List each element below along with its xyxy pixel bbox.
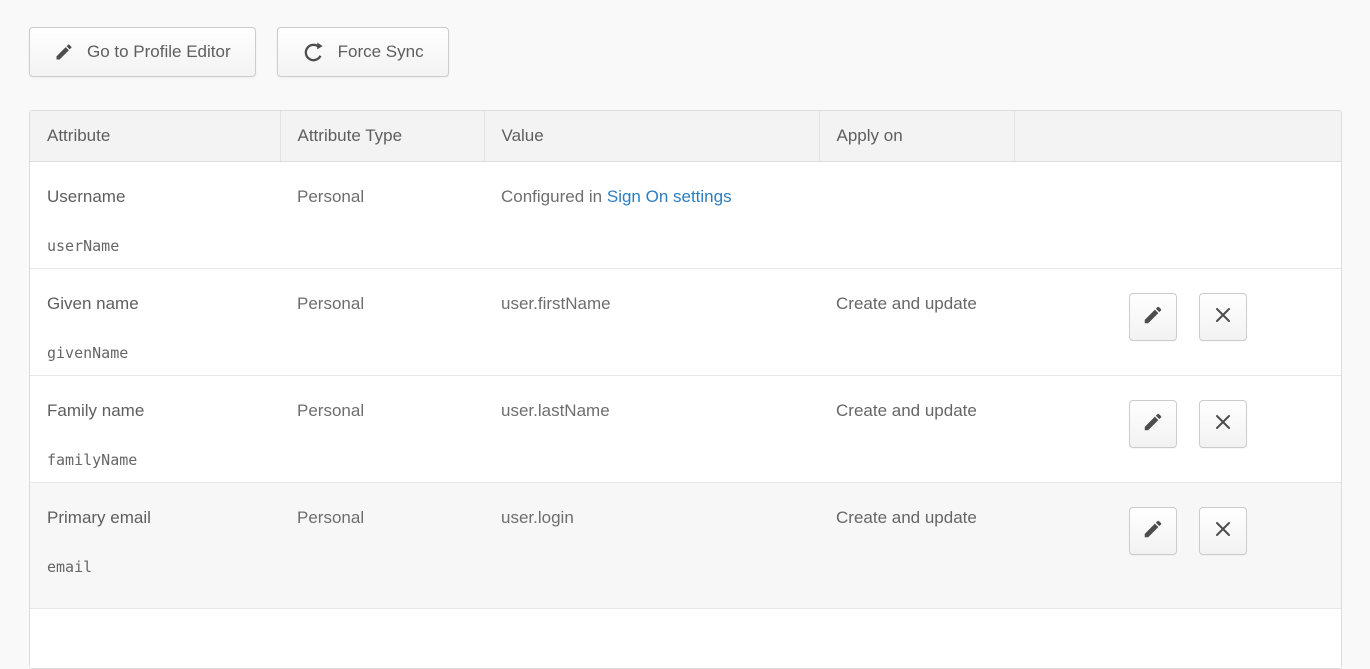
attribute-cell: Family name familyName — [30, 375, 280, 482]
attribute-label: Given name — [47, 294, 270, 314]
attribute-label: Username — [47, 187, 270, 207]
attribute-type-cell: Personal — [280, 268, 484, 375]
row-actions — [1129, 293, 1341, 341]
apply-on-cell: Create and update — [819, 268, 1014, 375]
attribute-cell: Username userName — [30, 161, 280, 268]
toolbar: Go to Profile Editor Force Sync — [29, 27, 449, 77]
actions-cell — [1014, 161, 1341, 268]
attribute-type-cell: Personal — [280, 375, 484, 482]
attribute-variable: userName — [47, 237, 270, 255]
apply-on-cell: Create and update — [819, 375, 1014, 482]
refresh-icon — [302, 41, 325, 64]
value-cell: user.lastName — [484, 375, 819, 482]
pencil-icon — [54, 42, 74, 62]
delete-attribute-button[interactable] — [1199, 293, 1247, 341]
attribute-variable: familyName — [47, 451, 270, 469]
table-header-row: Attribute Attribute Type Value Apply on — [30, 111, 1341, 161]
delete-x-icon — [1213, 412, 1233, 435]
column-header-attribute-type: Attribute Type — [280, 111, 484, 161]
table-row-given-name: Given name givenName Personal user.first… — [30, 268, 1341, 375]
go-to-profile-editor-label: Go to Profile Editor — [87, 42, 231, 62]
attribute-cell: Primary email email — [30, 482, 280, 608]
value-text: Configured in — [501, 187, 602, 206]
force-sync-label: Force Sync — [338, 42, 424, 62]
delete-x-icon — [1213, 305, 1233, 328]
value-cell: user.firstName — [484, 268, 819, 375]
edit-attribute-button[interactable] — [1129, 293, 1177, 341]
table-row-primary-email: Primary email email Personal user.login … — [30, 482, 1341, 608]
apply-on-cell: Create and update — [819, 482, 1014, 608]
attribute-label: Primary email — [47, 508, 270, 528]
apply-on-text: Create and update — [836, 508, 977, 527]
table-row-username: Username userName Personal Configured in… — [30, 161, 1341, 268]
actions-cell — [1014, 482, 1341, 608]
delete-attribute-button[interactable] — [1199, 400, 1247, 448]
apply-on-text: Create and update — [836, 401, 977, 420]
table-row-partial — [30, 608, 1341, 668]
go-to-profile-editor-button[interactable]: Go to Profile Editor — [29, 27, 256, 77]
attribute-label: Family name — [47, 401, 270, 421]
attribute-variable: givenName — [47, 344, 270, 362]
actions-cell — [1014, 268, 1341, 375]
value-cell: user.login — [484, 482, 819, 608]
edit-attribute-button[interactable] — [1129, 507, 1177, 555]
column-header-value: Value — [484, 111, 819, 161]
delete-attribute-button[interactable] — [1199, 507, 1247, 555]
attribute-variable: email — [47, 558, 270, 576]
value-cell: Configured in Sign On settings — [484, 161, 819, 268]
attribute-mapping-table: Attribute Attribute Type Value Apply on … — [29, 110, 1342, 669]
table-row-family-name: Family name familyName Personal user.las… — [30, 375, 1341, 482]
apply-on-text: Create and update — [836, 294, 977, 313]
delete-x-icon — [1213, 519, 1233, 542]
attribute-cell: Given name givenName — [30, 268, 280, 375]
apply-on-cell — [819, 161, 1014, 268]
sign-on-settings-link[interactable]: Sign On settings — [607, 187, 732, 206]
column-header-attribute: Attribute — [30, 111, 280, 161]
row-actions — [1129, 507, 1341, 555]
edit-attribute-button[interactable] — [1129, 400, 1177, 448]
edit-pencil-icon — [1142, 304, 1164, 329]
force-sync-button[interactable]: Force Sync — [277, 27, 449, 77]
column-header-actions — [1014, 111, 1341, 161]
edit-pencil-icon — [1142, 411, 1164, 436]
edit-pencil-icon — [1142, 518, 1164, 543]
column-header-apply-on: Apply on — [819, 111, 1014, 161]
actions-cell — [1014, 375, 1341, 482]
row-actions — [1129, 400, 1341, 448]
attribute-type-cell: Personal — [280, 482, 484, 608]
attribute-type-cell: Personal — [280, 161, 484, 268]
